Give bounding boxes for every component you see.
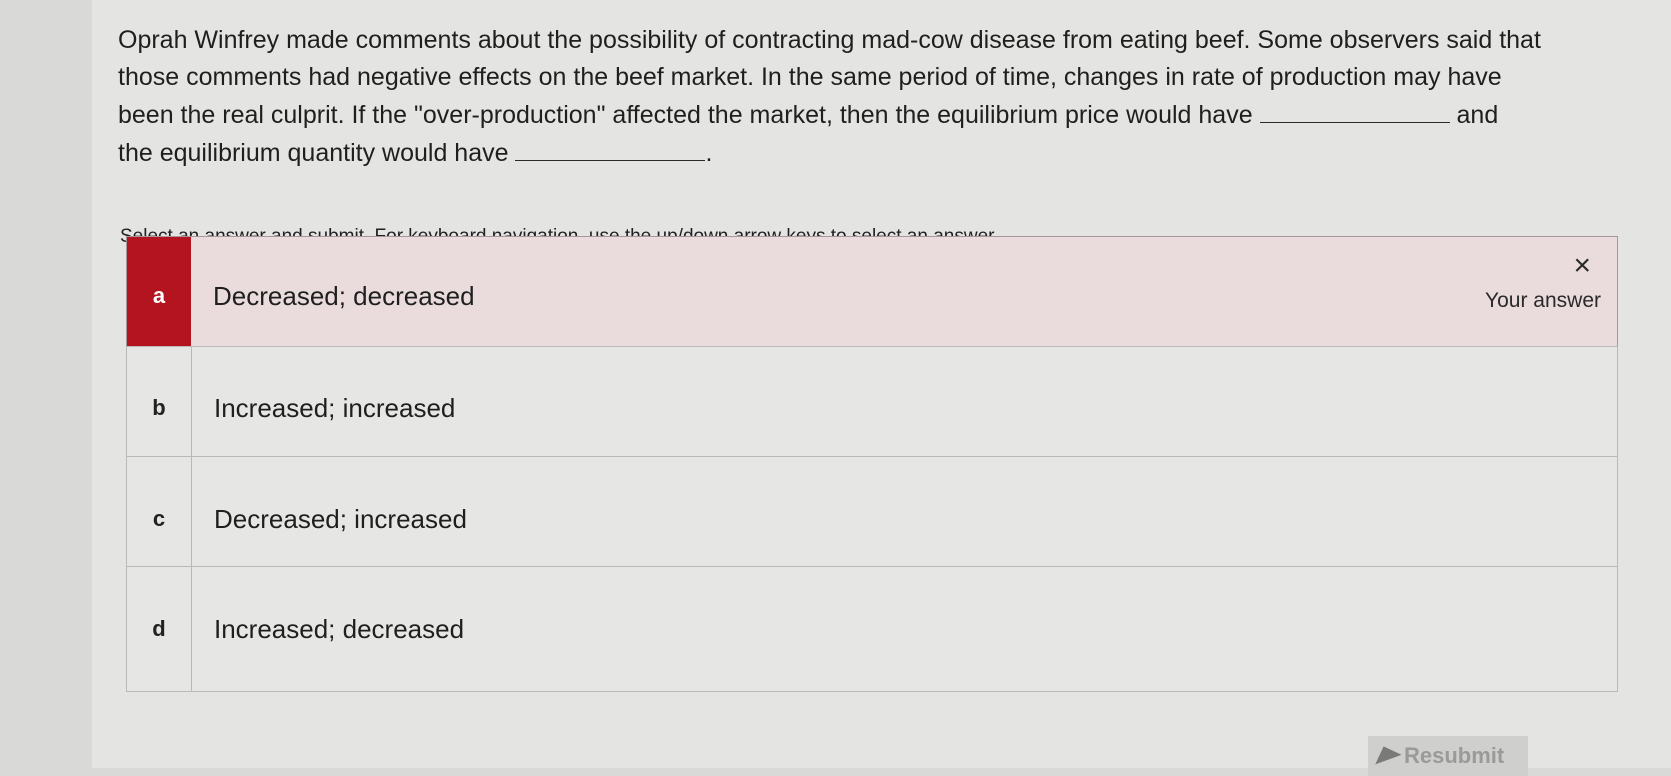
answer-blank-2 <box>515 134 706 161</box>
option-text: Increased; increased <box>214 392 456 423</box>
answer-blank-1 <box>1259 96 1450 123</box>
incorrect-x-icon: × <box>1573 249 1591 282</box>
question-line-4-end: . <box>705 139 713 167</box>
question-text: Oprah Winfrey made comments about the po… <box>118 22 1598 172</box>
resubmit-label: Resubmit <box>1404 743 1505 768</box>
question-line-3: been the real culprit. If the "over-prod… <box>118 101 1253 129</box>
question-line-2: those comments had negative effects on t… <box>118 63 1502 91</box>
submit-arrow-icon <box>1370 741 1402 765</box>
option-letter: b <box>127 347 192 469</box>
answer-option-d[interactable]: d Increased; decreased <box>126 566 1618 692</box>
answer-option-c[interactable]: c Decreased; increased <box>126 456 1618 582</box>
your-answer-label: Your answer <box>1485 289 1601 312</box>
option-letter: a <box>127 237 191 355</box>
option-text: Decreased; decreased <box>213 280 475 311</box>
option-letter: c <box>127 457 192 581</box>
answer-status: × Your answer <box>1485 251 1601 313</box>
option-letter: d <box>127 567 192 691</box>
answer-option-a[interactable]: a Decreased; decreased × Your answer <box>126 236 1618 356</box>
question-line-3-end: and <box>1456 101 1499 129</box>
resubmit-button[interactable]: Resubmit <box>1368 736 1528 776</box>
question-line-4: the equilibrium quantity would have <box>118 139 509 167</box>
option-text: Decreased; increased <box>214 503 467 534</box>
option-text: Increased; decreased <box>214 613 465 644</box>
answer-option-b[interactable]: b Increased; increased <box>126 346 1618 470</box>
question-line-1: Oprah Winfrey made comments about the po… <box>118 26 1541 54</box>
